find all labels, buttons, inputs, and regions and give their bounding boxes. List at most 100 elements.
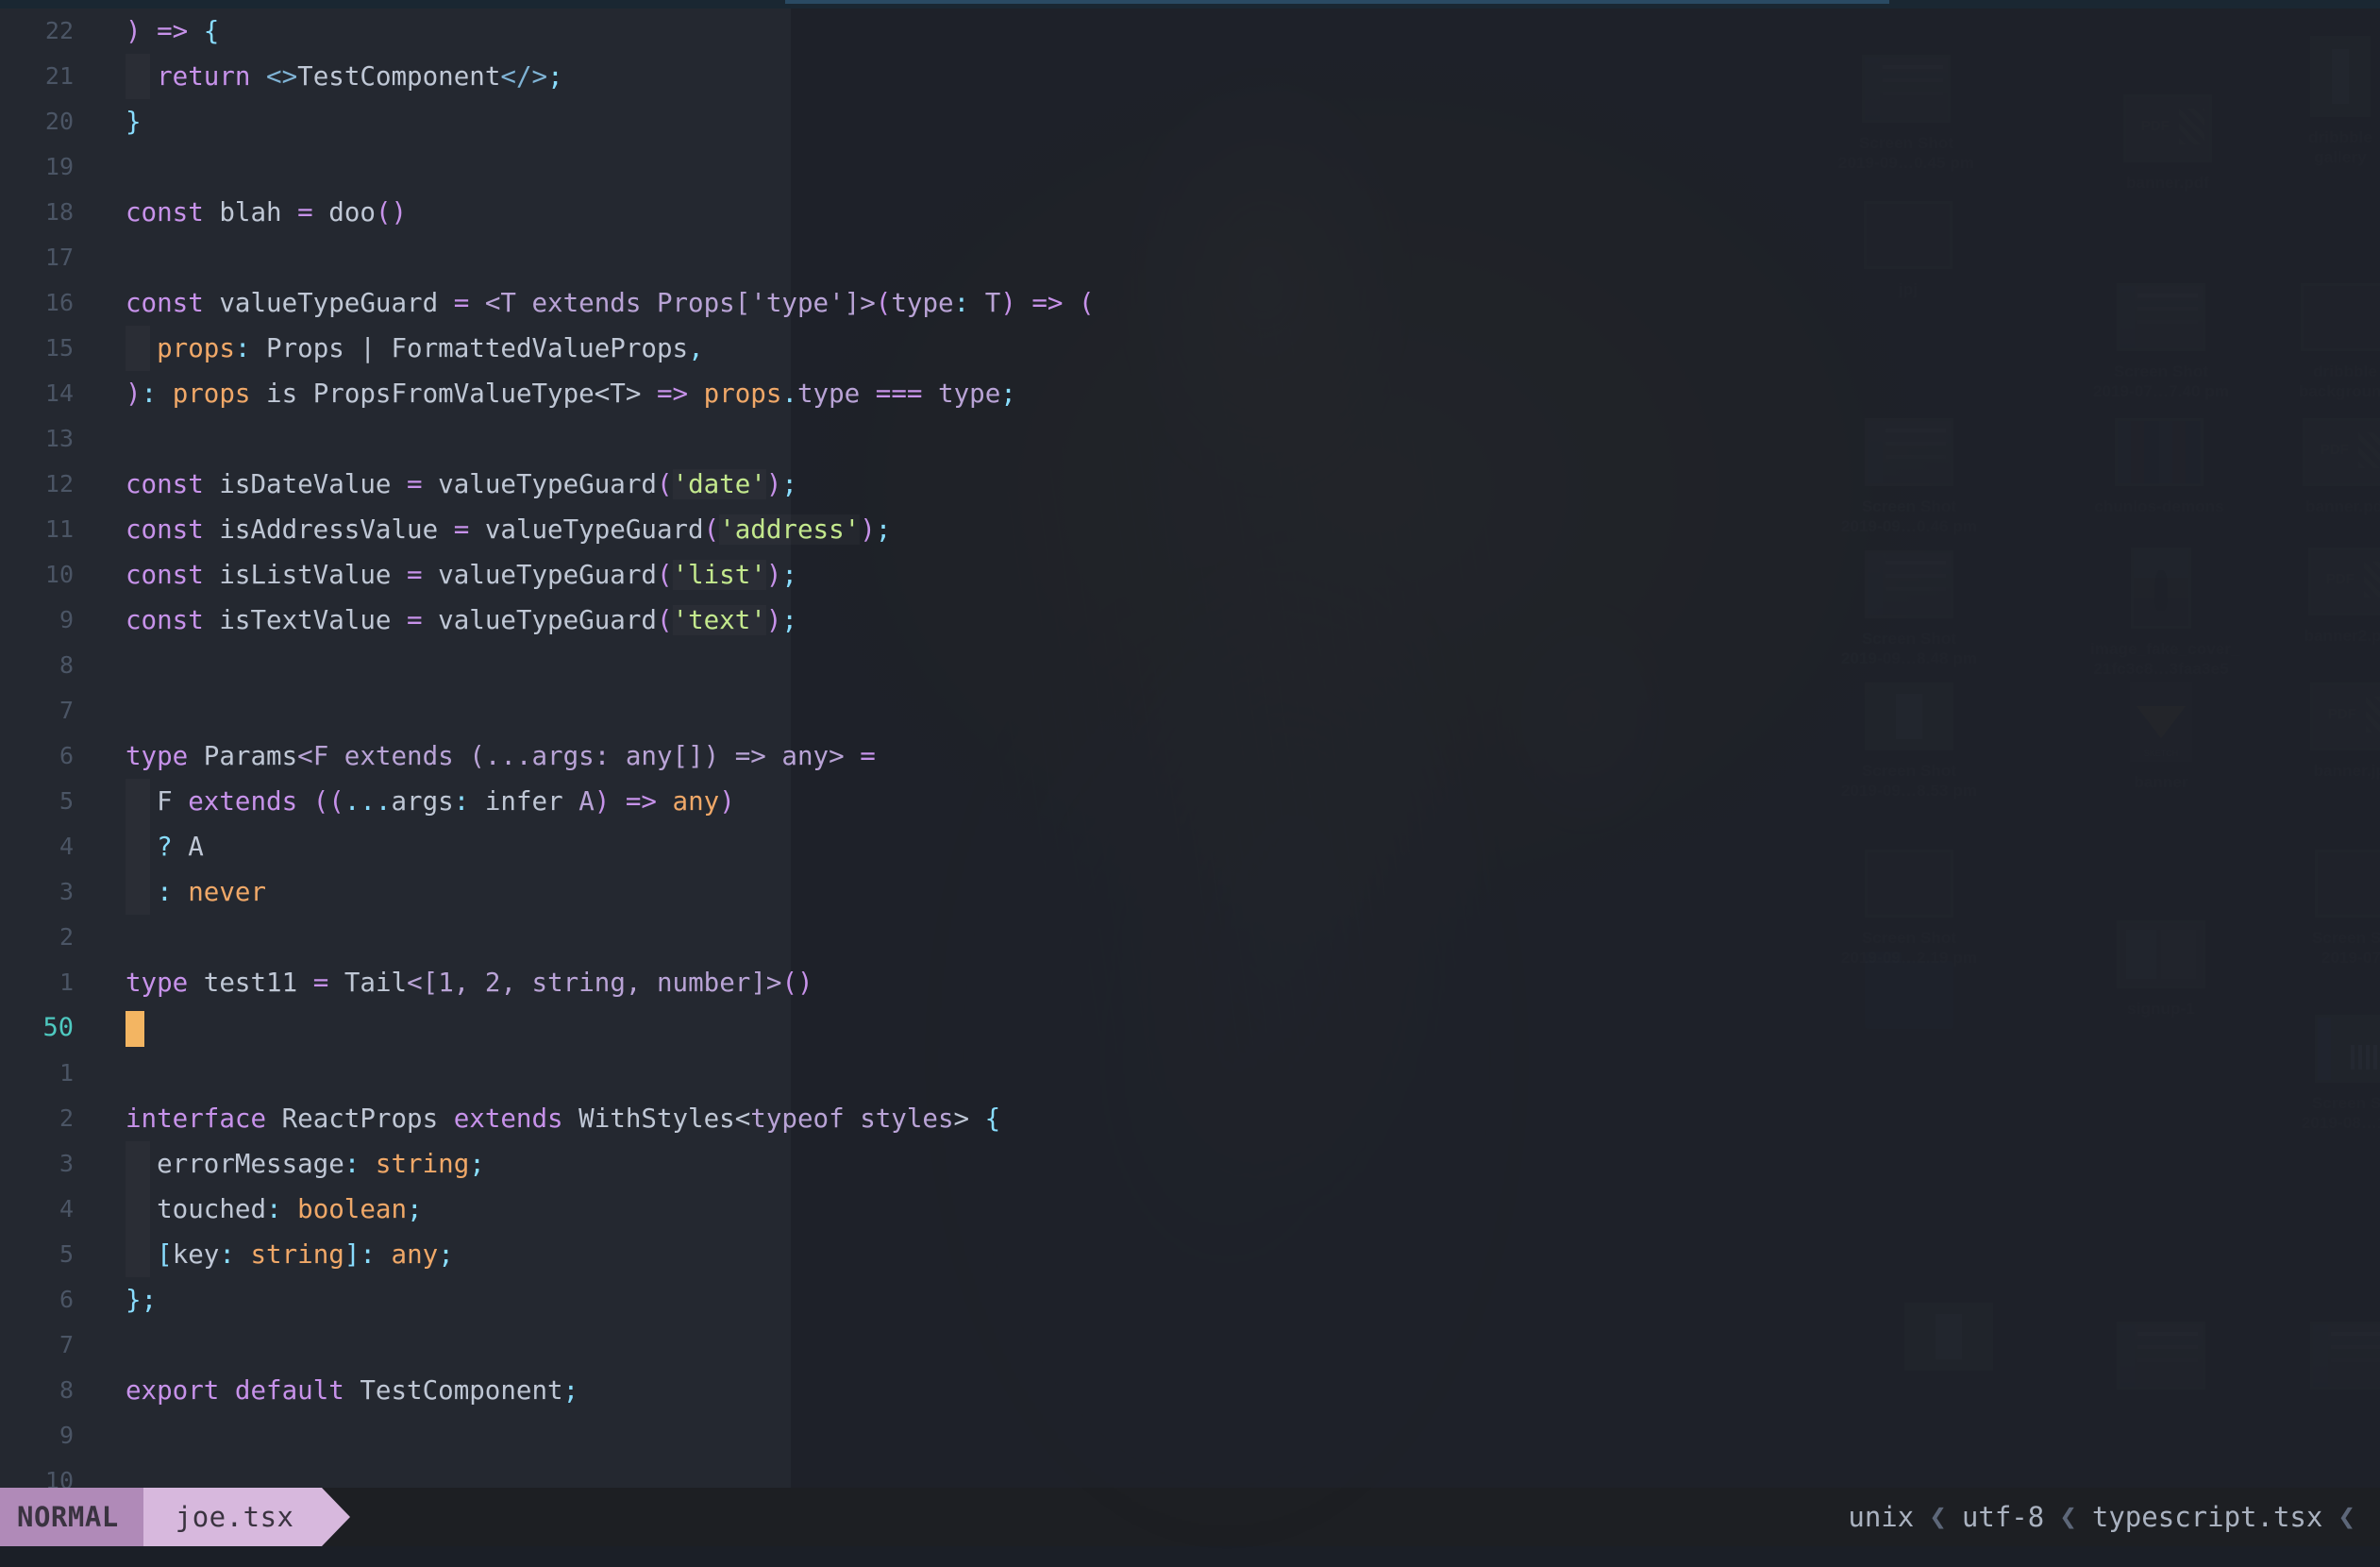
code-token: ? xyxy=(157,832,188,862)
code-line[interactable]: 18const blah = doo() xyxy=(0,190,2380,235)
code-line[interactable]: 8export default TestComponent; xyxy=(0,1368,2380,1413)
code-line[interactable]: 19 xyxy=(0,144,2380,190)
code-token: valueTypeGuard xyxy=(438,469,657,499)
code-token: , xyxy=(688,333,704,363)
code-token: : xyxy=(219,1239,250,1270)
line-number: 19 xyxy=(0,144,74,190)
code-line[interactable]: 16const valueTypeGuard = <T extends Prop… xyxy=(0,280,2380,326)
line-number: 6 xyxy=(0,733,74,779)
code-token: isTextValue xyxy=(219,605,407,635)
code-token: === xyxy=(860,379,938,409)
code-token: () xyxy=(781,968,813,998)
code-line[interactable]: 22) => { xyxy=(0,8,2380,54)
code-token: string xyxy=(376,1149,469,1179)
line-number: 21 xyxy=(0,54,74,99)
code-token: const xyxy=(126,288,219,318)
code-token: <> xyxy=(266,61,297,92)
code-line-text: } xyxy=(126,99,142,144)
code-line[interactable]: 17 xyxy=(0,235,2380,280)
chevron-left-icon-3: ❮ xyxy=(2322,1500,2371,1534)
chevron-left-icon-2: ❮ xyxy=(2044,1500,2092,1534)
code-token: => xyxy=(641,379,703,409)
code-line[interactable]: 7 xyxy=(0,688,2380,733)
code-line[interactable]: 9const isTextValue = valueTypeGuard('tex… xyxy=(0,598,2380,643)
code-token: [ xyxy=(157,1239,173,1270)
code-token: : xyxy=(344,1149,376,1179)
code-token: const xyxy=(126,514,219,545)
line-number: 1 xyxy=(0,1051,74,1096)
code-line[interactable]: 2 xyxy=(0,915,2380,960)
code-line[interactable]: 6}; xyxy=(0,1277,2380,1323)
code-token xyxy=(126,877,157,907)
code-token xyxy=(126,1239,157,1270)
code-token: ) xyxy=(126,16,157,46)
line-number: 22 xyxy=(0,8,74,54)
code-token: TestComponent xyxy=(360,1375,562,1406)
line-number: 4 xyxy=(0,824,74,869)
line-number: 5 xyxy=(0,1232,74,1277)
code-token: ] xyxy=(344,1239,360,1270)
code-token: Tail xyxy=(344,968,407,998)
code-line[interactable]: 5 F extends ((...args: infer A) => any) xyxy=(0,779,2380,824)
code-line-text: : never xyxy=(126,869,266,915)
code-token: <F extends (...args: xyxy=(297,741,626,771)
code-line[interactable]: 20} xyxy=(0,99,2380,144)
code-line[interactable]: 2interface ReactProps extends WithStyles… xyxy=(0,1096,2380,1141)
code-line[interactable]: 7 xyxy=(0,1323,2380,1368)
code-token: () xyxy=(376,197,407,227)
code-token: isAddressValue xyxy=(219,514,453,545)
editor-code-area[interactable]: 22) => {21 return <>TestComponent</>;20}… xyxy=(0,8,2380,1488)
code-token: isDateValue xyxy=(219,469,407,499)
code-token: 'type' xyxy=(750,288,844,318)
line-number: 5 xyxy=(0,779,74,824)
code-token: const xyxy=(126,560,219,590)
code-token: = xyxy=(313,968,344,998)
code-token: string xyxy=(250,1239,344,1270)
code-token: valueTypeGuard xyxy=(219,288,453,318)
code-line[interactable]: 10const isListValue = valueTypeGuard('li… xyxy=(0,552,2380,598)
code-line[interactable]: 1type test11 = Tail<[1, 2, string, numbe… xyxy=(0,960,2380,1005)
code-line[interactable]: 12const isDateValue = valueTypeGuard('da… xyxy=(0,462,2380,507)
code-token: ; xyxy=(142,1285,158,1315)
code-token: never xyxy=(188,877,266,907)
code-line[interactable]: 14): props is PropsFromValueType<T> => p… xyxy=(0,371,2380,416)
code-token: = xyxy=(454,288,485,318)
code-token: = xyxy=(297,197,328,227)
text-cursor xyxy=(126,1011,144,1047)
line-number: 11 xyxy=(0,507,74,552)
code-line[interactable]: 4 ? A xyxy=(0,824,2380,869)
code-line[interactable]: 5 [key: string]: any; xyxy=(0,1232,2380,1277)
code-token: } xyxy=(126,1285,142,1315)
code-line[interactable]: 3 errorMessage: string; xyxy=(0,1141,2380,1187)
code-line[interactable]: 15 props: Props | FormattedValueProps, xyxy=(0,326,2380,371)
code-line[interactable]: 13 xyxy=(0,416,2380,462)
code-line[interactable]: 11const isAddressValue = valueTypeGuard(… xyxy=(0,507,2380,552)
code-line[interactable]: 8 xyxy=(0,643,2380,688)
code-line[interactable]: 9 xyxy=(0,1413,2380,1458)
statusline-fileformat: unix xyxy=(1848,1501,1914,1533)
terminal-window: 22) => {21 return <>TestComponent</>;20}… xyxy=(0,0,2380,1546)
code-line-text: const isDateValue = valueTypeGuard('date… xyxy=(126,462,797,507)
code-token: ) xyxy=(126,379,142,409)
code-token: is PropsFromValueType<T> xyxy=(250,379,641,409)
code-token: type xyxy=(891,288,953,318)
code-token: key xyxy=(173,1239,220,1270)
code-token xyxy=(126,61,157,92)
code-line[interactable]: 4 touched: boolean; xyxy=(0,1187,2380,1232)
code-token: infer xyxy=(485,786,578,817)
code-line[interactable]: 1 xyxy=(0,1051,2380,1096)
code-line[interactable]: 50 xyxy=(0,1005,2380,1051)
code-line-text: }; xyxy=(126,1277,157,1323)
code-line[interactable]: 3 : never xyxy=(0,869,2380,915)
code-token: boolean xyxy=(297,1194,407,1224)
code-token: TestComponent xyxy=(297,61,500,92)
code-line-text: F extends ((...args: infer A) => any) xyxy=(126,779,735,824)
code-token: type xyxy=(938,379,1000,409)
code-token: props xyxy=(704,379,782,409)
code-token: 2 xyxy=(485,968,501,998)
code-line[interactable]: 6type Params<F extends (...args: any[]) … xyxy=(0,733,2380,779)
code-line[interactable]: 21 return <>TestComponent</>; xyxy=(0,54,2380,99)
line-number: 13 xyxy=(0,416,74,462)
code-token: = xyxy=(454,514,485,545)
code-line-text: const isTextValue = valueTypeGuard('text… xyxy=(126,598,797,643)
